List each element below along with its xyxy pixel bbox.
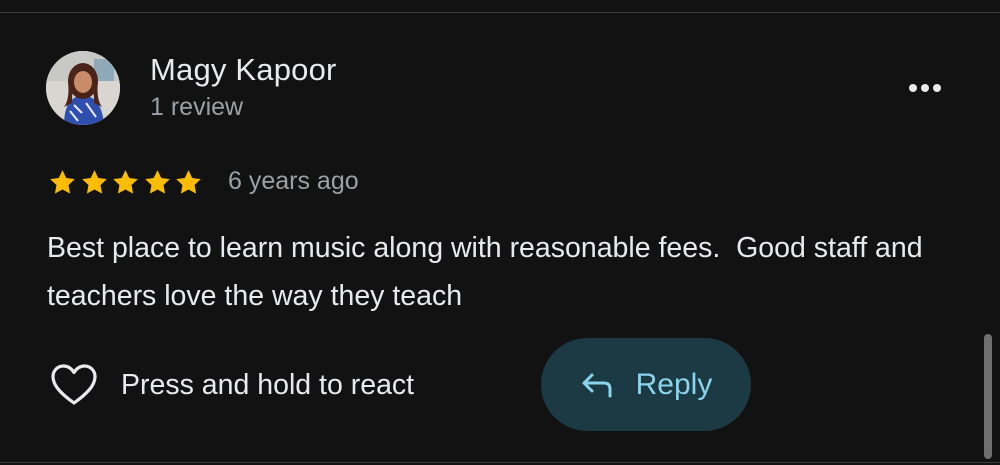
top-divider	[0, 12, 1000, 13]
reviewer-avatar[interactable]	[46, 51, 120, 125]
reply-label: Reply	[635, 367, 713, 401]
reviewer-name[interactable]: Magy Kapoor	[150, 52, 337, 88]
more-options-button[interactable]	[895, 70, 955, 106]
star-icon	[144, 170, 170, 194]
review-text: Best place to learn music along with rea…	[47, 232, 931, 312]
react-label: Press and hold to react	[121, 368, 415, 401]
more-icon-dot	[921, 84, 929, 92]
star-icon	[81, 170, 107, 194]
bottom-divider	[0, 462, 1000, 463]
avatar-photo	[46, 51, 120, 125]
reply-button[interactable]: Reply	[541, 338, 751, 431]
star-icon	[50, 170, 75, 194]
reviewer-review-count: 1 review	[150, 93, 244, 121]
scrollbar[interactable]	[984, 334, 992, 459]
review-timestamp: 6 years ago	[228, 167, 359, 195]
heart-outline-icon	[51, 364, 97, 405]
reply-arrow-icon	[582, 373, 612, 397]
star-rating	[48, 168, 206, 197]
more-icon-dot	[933, 84, 941, 92]
star-icon	[176, 170, 201, 194]
star-icon	[113, 170, 138, 194]
more-horizontal-icon	[909, 84, 917, 92]
react-button[interactable]: Press and hold to react	[50, 360, 414, 410]
